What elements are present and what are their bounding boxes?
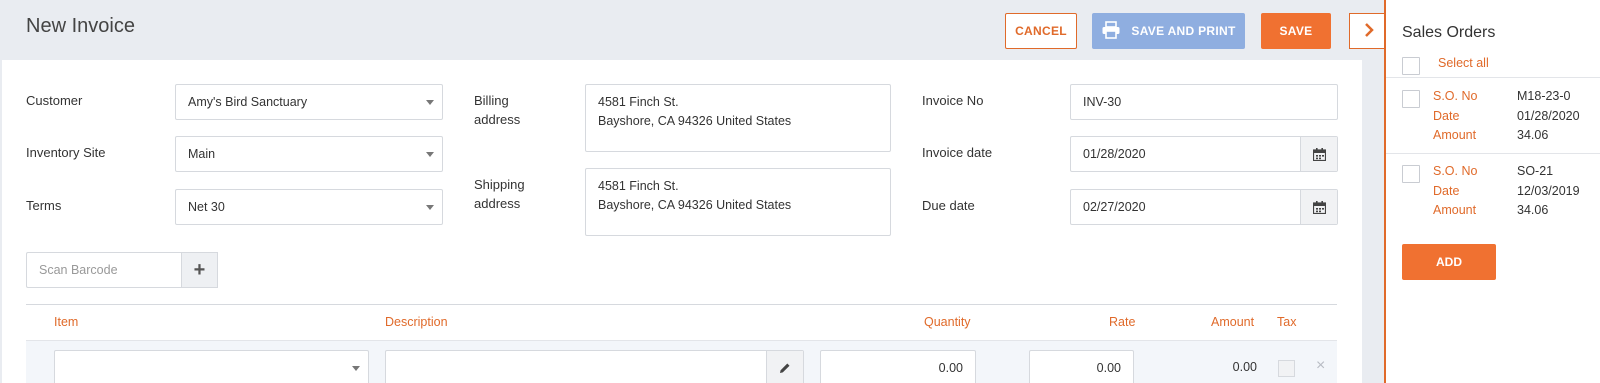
billing-line1: 4581 Finch St. [598,95,679,109]
terms-value: Net 30 [188,200,225,214]
caret-down-icon [352,366,360,371]
invoice-date-value: 01/28/2020 [1083,147,1146,161]
invoice-date-label: Invoice date [922,145,993,160]
description-input[interactable] [385,350,804,383]
due-date-value: 02/27/2020 [1083,200,1146,214]
terms-label: Terms [26,198,62,213]
shipping-label-line1: Shipping [474,177,525,192]
shipping-label-line2: address [474,196,521,211]
invoice-no-label: Invoice No [922,93,984,108]
terms-select[interactable]: Net 30 [175,189,443,225]
caret-down-icon [426,152,434,157]
amount-label: Amount [1433,203,1477,217]
tax-checkbox[interactable] [1278,360,1295,377]
billing-address-field[interactable]: 4581 Finch St. Bayshore, CA 94326 United… [585,84,891,152]
invoice-no-value: INV-30 [1083,95,1122,109]
column-header-item: Item [54,315,79,329]
toggle-panel-button[interactable] [1349,13,1387,49]
pencil-icon[interactable] [766,351,803,383]
customer-label: Customer [26,93,83,108]
add-barcode-button[interactable]: + [181,252,218,288]
sales-orders-title: Sales Orders [1402,24,1496,41]
invoice-no-input[interactable]: INV-30 [1070,84,1338,120]
quantity-input[interactable]: 0.00 [820,350,976,383]
select-all-checkbox[interactable] [1402,57,1420,75]
sales-order-values: SO-21 12/03/2019 34.06 [1517,162,1580,221]
shipping-line1: 4581 Finch St. [598,179,679,193]
rate-input[interactable]: 0.00 [1029,350,1134,383]
shipping-address-label: Shipping address [474,175,525,213]
so-no-label: S.O. No [1433,89,1478,103]
inventory-site-value: Main [188,147,216,161]
due-date-label: Due date [922,198,975,213]
customer-value: Amy's Bird Sanctuary [188,95,308,109]
sales-orders-panel: Sales Orders Select all S.O. No Date Amo… [1384,0,1600,383]
sales-order-keys: S.O. No Date Amount [1433,87,1477,146]
table-top-divider [26,304,1337,305]
select-all-link[interactable]: Select all [1438,56,1489,70]
add-sales-order-button[interactable]: ADD [1402,244,1496,280]
column-header-rate: Rate [1109,315,1136,329]
remove-row-icon[interactable]: × [1316,357,1325,375]
sales-order-checkbox[interactable] [1402,90,1420,108]
chevron-right-icon [1363,22,1375,41]
due-date-input[interactable]: 02/27/2020 [1070,189,1338,225]
printer-icon [1101,20,1121,42]
divider [1386,77,1600,78]
date-value: 01/28/2020 [1517,108,1580,123]
item-select[interactable] [54,350,369,383]
billing-address-label: Billing address [474,91,520,129]
save-and-print-label: SAVE AND PRINT [1131,24,1236,38]
date-label: Date [1433,108,1460,123]
billing-label-line1: Billing [474,93,509,108]
so-no-label: S.O. No [1433,164,1478,178]
column-header-quantity: Quantity [924,315,971,329]
divider [1386,153,1600,154]
save-and-print-button[interactable]: SAVE AND PRINT [1092,13,1245,49]
so-no-value: M18-23-0 [1517,89,1571,103]
inventory-site-label: Inventory Site [26,145,106,160]
billing-label-line2: address [474,112,521,127]
inventory-site-select[interactable]: Main [175,136,443,172]
billing-line2: Bayshore, CA 94326 United States [598,114,792,128]
amount-value: 34.06 [1517,128,1549,142]
rate-value: 0.00 [1096,361,1121,375]
page-header: New Invoice CANCEL SAVE AND PRINT SAVE [0,0,1384,60]
caret-down-icon [426,205,434,210]
shipping-line2: Bayshore, CA 94326 United States [598,198,792,212]
calendar-icon[interactable] [1300,190,1337,224]
sales-order-keys: S.O. No Date Amount [1433,162,1477,221]
so-no-value: SO-21 [1517,164,1554,178]
scan-barcode-input[interactable]: Scan Barcode [26,252,181,288]
sales-order-values: M18-23-0 01/28/2020 34.06 [1517,87,1580,146]
quantity-value: 0.00 [938,361,963,375]
column-header-tax: Tax [1277,315,1297,329]
column-header-amount: Amount [1211,315,1255,329]
page-title: New Invoice [26,15,135,37]
amount-label: Amount [1433,128,1477,142]
plus-icon: + [193,258,206,281]
date-label: Date [1433,183,1460,198]
row-amount: 0.00 [1232,360,1257,374]
date-value: 12/03/2019 [1517,183,1580,198]
calendar-icon[interactable] [1300,137,1337,171]
save-button[interactable]: SAVE [1261,13,1331,49]
invoice-date-input[interactable]: 01/28/2020 [1070,136,1338,172]
customer-select[interactable]: Amy's Bird Sanctuary [175,84,443,120]
sales-order-checkbox[interactable] [1402,165,1420,183]
caret-down-icon [426,100,434,105]
shipping-address-field[interactable]: 4581 Finch St. Bayshore, CA 94326 United… [585,168,891,236]
column-header-description: Description [385,315,448,329]
amount-value: 34.06 [1517,203,1549,217]
cancel-button[interactable]: CANCEL [1005,13,1077,49]
